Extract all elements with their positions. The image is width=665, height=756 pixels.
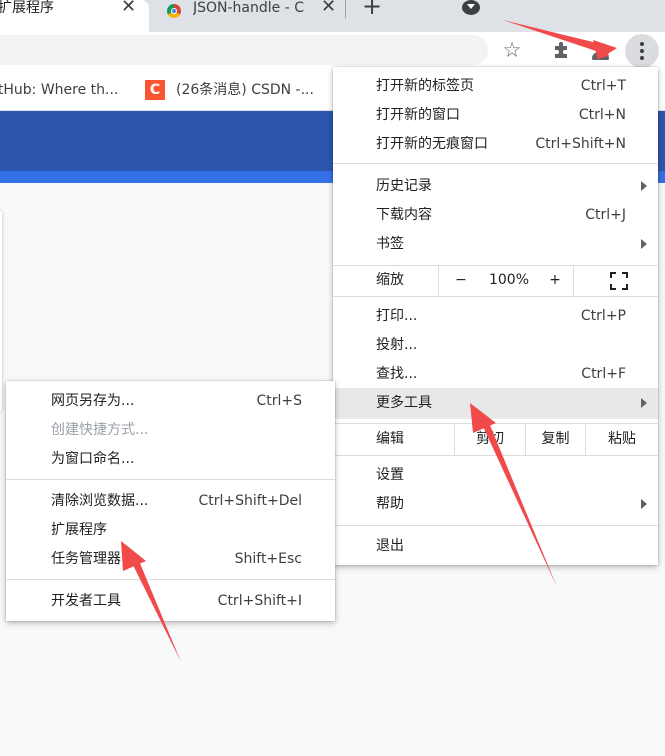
cut-button[interactable]: 剪切 bbox=[455, 425, 525, 454]
menu-divider bbox=[333, 423, 658, 424]
menu-item-new-incognito-window[interactable]: 打开新的无痕窗口 Ctrl+Shift+N bbox=[376, 130, 626, 159]
menu-divider bbox=[333, 455, 658, 456]
menu-item-downloads[interactable]: 下载内容 Ctrl+J bbox=[376, 201, 626, 230]
more-tools-submenu: 网页另存为... Ctrl+S 创建快捷方式... 为窗口命名... 清除浏览数据… bbox=[6, 381, 335, 621]
tab-title: JSON-handle - C bbox=[193, 0, 305, 16]
menu-item-more-tools[interactable]: 更多工具 bbox=[376, 389, 626, 418]
menu-item-extensions[interactable]: 扩展程序 bbox=[51, 516, 302, 545]
bookmark-github[interactable]: itHub: Where th... bbox=[0, 81, 118, 99]
close-icon[interactable]: ✕ bbox=[121, 0, 136, 16]
tab-divider bbox=[345, 0, 346, 18]
bookmark-star-icon[interactable]: ☆ bbox=[500, 38, 524, 62]
menu-item-developer-tools[interactable]: 开发者工具 Ctrl+Shift+I bbox=[51, 587, 302, 616]
menu-item-save-page-as[interactable]: 网页另存为... Ctrl+S bbox=[51, 387, 302, 416]
tab-search-icon[interactable] bbox=[462, 0, 480, 15]
fullscreen-icon[interactable] bbox=[610, 272, 628, 290]
menu-item-new-tab[interactable]: 打开新的标签页 Ctrl+T bbox=[376, 72, 626, 101]
menu-item-settings[interactable]: 设置 bbox=[376, 461, 626, 490]
menu-item-history[interactable]: 历史记录 bbox=[376, 172, 626, 201]
submenu-arrow-icon bbox=[641, 398, 647, 408]
menu-item-new-window[interactable]: 打开新的窗口 Ctrl+N bbox=[376, 101, 626, 130]
tab-strip: 扩展程序 ✕ JSON-handle - C ✕ + bbox=[0, 0, 665, 32]
menu-divider bbox=[333, 525, 658, 526]
address-bar[interactable] bbox=[0, 35, 488, 65]
menu-item-help[interactable]: 帮助 bbox=[376, 490, 626, 519]
menu-item-find[interactable]: 查找... Ctrl+F bbox=[376, 360, 626, 389]
submenu-arrow-icon bbox=[641, 499, 647, 509]
copy-button[interactable]: 复制 bbox=[526, 425, 585, 454]
menu-divider bbox=[333, 296, 658, 297]
menu-item-name-window[interactable]: 为窗口命名... bbox=[51, 445, 302, 474]
zoom-out-button[interactable]: − bbox=[451, 266, 471, 295]
csdn-logo-icon: C bbox=[145, 80, 165, 100]
submenu-arrow-icon bbox=[641, 181, 647, 191]
chrome-main-menu: 打开新的标签页 Ctrl+T 打开新的窗口 Ctrl+N 打开新的无痕窗口 Ctrl+… bbox=[333, 67, 658, 565]
profile-avatar-icon[interactable] bbox=[588, 37, 614, 63]
menu-item-exit[interactable]: 退出 bbox=[376, 532, 626, 561]
menu-item-bookmarks[interactable]: 书签 bbox=[376, 230, 626, 259]
zoom-divider bbox=[438, 266, 439, 296]
menu-item-cast[interactable]: 投射... bbox=[376, 331, 626, 360]
menu-divider bbox=[6, 579, 335, 580]
menu-item-create-shortcut: 创建快捷方式... bbox=[51, 422, 149, 438]
zoom-level: 100% bbox=[488, 272, 530, 288]
tab-extensions[interactable]: 扩展程序 ✕ bbox=[0, 0, 149, 32]
zoom-divider bbox=[573, 266, 574, 296]
submenu-arrow-icon bbox=[641, 239, 647, 249]
new-tab-plus-icon[interactable]: + bbox=[362, 0, 382, 18]
menu-item-task-manager[interactable]: 任务管理器 Shift+Esc bbox=[51, 545, 302, 574]
edit-label: 编辑 bbox=[376, 431, 404, 447]
tab-json-handle[interactable]: JSON-handle - C ✕ bbox=[150, 0, 345, 32]
menu-item-clear-browsing-data[interactable]: 清除浏览数据... Ctrl+Shift+Del bbox=[51, 487, 302, 516]
zoom-label: 缩放 bbox=[376, 272, 404, 288]
paste-button[interactable]: 粘贴 bbox=[586, 425, 658, 454]
zoom-in-button[interactable]: + bbox=[545, 266, 565, 295]
bookmark-csdn[interactable]: (26条消息) CSDN -... bbox=[176, 81, 314, 99]
tab-title: 扩展程序 bbox=[0, 0, 54, 16]
menu-divider bbox=[333, 163, 658, 164]
close-icon[interactable]: ✕ bbox=[321, 0, 336, 16]
chrome-favicon-icon bbox=[167, 4, 181, 18]
menu-item-print[interactable]: 打印... Ctrl+P bbox=[376, 302, 626, 331]
menu-divider bbox=[6, 479, 335, 480]
chrome-menu-kebab-icon[interactable] bbox=[625, 34, 659, 68]
page-card bbox=[0, 211, 2, 411]
extensions-puzzle-icon[interactable] bbox=[550, 38, 574, 62]
